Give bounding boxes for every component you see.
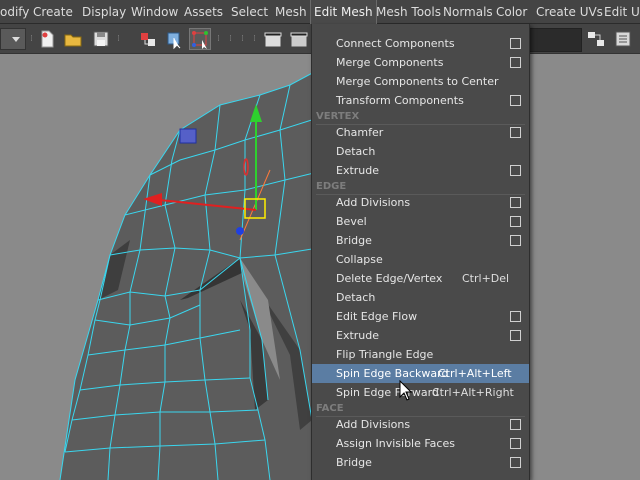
menubar-item-modify[interactable]: odify	[0, 0, 29, 24]
menu-item-chamfer[interactable]: Chamfer	[312, 123, 529, 142]
menu-item-connect-components[interactable]: Connect Components	[312, 34, 529, 53]
menubar-item-create-uvs[interactable]: Create UVs	[536, 0, 603, 24]
menubar-item-assets[interactable]: Assets	[184, 0, 223, 24]
option-box-icon[interactable]	[510, 216, 521, 227]
menubar-item-display[interactable]: Display	[82, 0, 126, 24]
new-scene-icon[interactable]	[36, 28, 58, 50]
shelf-separator: ⁞	[253, 34, 256, 44]
menubar: odify Create Display Window Assets Selec…	[0, 0, 640, 25]
option-box-icon[interactable]	[510, 419, 521, 430]
option-box-icon[interactable]	[510, 57, 521, 68]
mouse-cursor-icon	[399, 379, 413, 405]
menu-item-detach-vertex[interactable]: Detach	[312, 142, 529, 161]
option-box-icon[interactable]	[510, 311, 521, 322]
shelf-separator: ⁞	[241, 34, 244, 44]
menubar-item-normals[interactable]: Normals	[443, 0, 493, 24]
menubar-item-edit-mesh[interactable]: Edit Mesh	[310, 0, 377, 25]
shortcut-label: Ctrl+Alt+Right	[432, 386, 514, 399]
shortcut-label: Ctrl+Alt+Left	[438, 367, 512, 380]
menubar-item-color[interactable]: Color	[496, 0, 527, 24]
section-header-vertex: VERTEX	[316, 111, 360, 122]
select-hierarchy-icon[interactable]	[137, 28, 159, 50]
section-header-face: FACE	[316, 403, 344, 414]
menu-item-merge-components-to-center[interactable]: Merge Components to Center	[312, 72, 529, 91]
menu-item-detach-edge[interactable]: Detach	[312, 288, 529, 307]
menu-item-bevel[interactable]: Bevel	[312, 212, 529, 231]
option-box-icon[interactable]	[510, 127, 521, 138]
option-box-icon[interactable]	[510, 438, 521, 449]
menu-item-assign-invisible-faces[interactable]: Assign Invisible Faces	[312, 434, 529, 453]
menubar-item-edit-uv[interactable]: Edit UV	[604, 0, 640, 24]
option-box-icon[interactable]	[510, 95, 521, 106]
option-box-icon[interactable]	[510, 165, 521, 176]
menubar-item-create[interactable]: Create	[33, 0, 73, 24]
menu-item-add-divisions-edge[interactable]: Add Divisions	[312, 193, 529, 212]
menu-item-extrude-vertex[interactable]: Extrude	[312, 161, 529, 180]
edit-mesh-menu: Connect Components Merge Components Merg…	[311, 24, 530, 480]
mode-dropdown-icon[interactable]	[0, 28, 26, 50]
menu-item-delete-edge-vertex[interactable]: Delete Edge/Vertex Ctrl+Del	[312, 269, 529, 288]
menu-item-bridge-edge[interactable]: Bridge	[312, 231, 529, 250]
render-settings-icon[interactable]	[612, 28, 634, 50]
menu-item-extrude-edge[interactable]: Extrude	[312, 326, 529, 345]
menu-item-spin-edge-forward[interactable]: Spin Edge Forward Ctrl+Alt+Right	[312, 383, 529, 402]
ipr-render-icon[interactable]	[288, 28, 310, 50]
menu-item-add-divisions-face[interactable]: Add Divisions	[312, 415, 529, 434]
select-object-icon[interactable]	[163, 28, 185, 50]
menu-item-transform-components[interactable]: Transform Components	[312, 91, 529, 110]
menu-item-merge-components[interactable]: Merge Components	[312, 53, 529, 72]
menubar-item-mesh-tools[interactable]: Mesh Tools	[376, 0, 441, 24]
menu-item-collapse[interactable]: Collapse	[312, 250, 529, 269]
menu-item-flip-triangle-edge[interactable]: Flip Triangle Edge	[312, 345, 529, 364]
menu-item-bridge-face[interactable]: Bridge	[312, 453, 529, 472]
option-box-icon[interactable]	[510, 197, 521, 208]
option-box-icon[interactable]	[510, 235, 521, 246]
menu-item-spin-edge-backward[interactable]: Spin Edge Backward Ctrl+Alt+Left	[312, 364, 529, 383]
shortcut-label: Ctrl+Del	[462, 272, 510, 285]
open-scene-icon[interactable]	[62, 28, 84, 50]
quick-field[interactable]	[528, 28, 582, 52]
menubar-item-window[interactable]: Window	[131, 0, 178, 24]
option-box-icon[interactable]	[510, 457, 521, 468]
menubar-item-select[interactable]: Select	[231, 0, 268, 24]
render-clapper-icon[interactable]	[262, 28, 284, 50]
shelf-separator: ⁞	[217, 34, 220, 44]
menubar-item-mesh[interactable]: Mesh	[275, 0, 307, 24]
section-header-edge: EDGE	[316, 181, 347, 192]
option-box-icon[interactable]	[510, 38, 521, 49]
hypershade-icon[interactable]	[585, 28, 607, 50]
select-component-icon[interactable]	[189, 28, 211, 50]
shelf-separator: ⁞	[117, 34, 120, 44]
shelf-separator: ⁞	[30, 34, 33, 44]
shelf-separator: ⁞	[229, 34, 232, 44]
menu-item-edit-edge-flow[interactable]: Edit Edge Flow	[312, 307, 529, 326]
save-scene-icon[interactable]	[90, 28, 112, 50]
option-box-icon[interactable]	[510, 330, 521, 341]
